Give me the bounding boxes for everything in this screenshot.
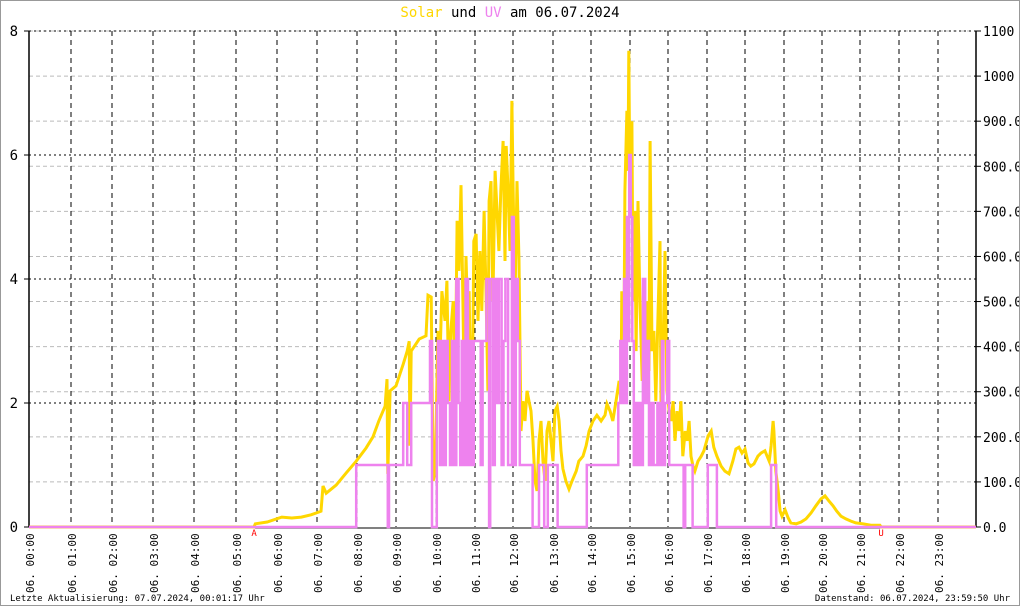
x-tick-label: 06. 02:00 [107,533,120,593]
x-tick-label: 06. 05:00 [231,533,244,593]
x-tick-label: 06. 23:00 [933,533,946,593]
x-tick-label: 06. 00:00 [24,533,37,593]
x-tick-label: 06. 04:00 [189,533,202,593]
right-tick-label: 1100 [983,25,1014,40]
x-tick-label: 06. 13:00 [548,533,561,593]
right-tick-label: 300.0 [983,386,1019,401]
x-tick-label: 06. 08:00 [352,533,365,593]
x-tick-label: 06. 03:00 [148,533,161,593]
right-tick-label: 600.0 [983,250,1019,265]
x-tick-label: 06. 16:00 [663,533,676,593]
right-tick-label: 700.0 [983,205,1019,220]
x-tick-label: 06. 09:00 [391,533,404,593]
x-tick-label: 06. 11:00 [470,533,483,593]
data-timestamp-text: Datenstand: 06.07.2024, 23:59:50 Uhr [814,594,1010,604]
annotation-a: A [251,529,257,539]
x-tick-label: 06. 17:00 [702,533,715,593]
chart-plot: 06. 00:00 06. 01:00 06. 02:00 06. 03:00 06. … [10,24,1019,593]
x-tick-label: 06. 21:00 [855,533,868,593]
right-tick-label: 500.0 [983,296,1019,311]
last-update-text: Letzte Aktualisierung: 07.07.2024, 00:01… [10,594,265,604]
chart-frame: Solar und UV am 06.07.2024 06. 00:00 06. … [0,0,1020,606]
x-tick-label: 06. 07:00 [312,533,325,593]
left-tick-label: 6 [10,148,18,164]
x-tick-label: 06. 14:00 [586,533,599,593]
x-tick-label: 06. 22:00 [894,533,907,593]
left-tick-label: 4 [10,272,18,288]
x-tick-label: 06. 10:00 [431,533,444,593]
left-tick-label: 0 [10,520,18,536]
left-tick-label: 8 [10,24,18,40]
right-tick-label: 0.0 [983,521,1006,536]
x-tick-label: 06. 15:00 [625,533,638,593]
right-tick-label: 200.0 [983,431,1019,446]
x-tick-label: 06. 01:00 [66,533,79,593]
x-tick-label: 06. 18:00 [740,533,753,593]
right-tick-label: 800.0 [983,160,1019,175]
x-tick-label: 06. 20:00 [817,533,830,593]
annotation-u: U [878,529,883,539]
right-tick-label: 900.0 [983,115,1019,130]
right-tick-label: 1000 [983,70,1014,85]
uv-series-line [29,153,976,529]
right-tick-label: 100.0 [983,476,1019,491]
x-tick-label: 06. 12:00 [508,533,521,593]
x-tick-label: 06. 19:00 [779,533,792,593]
left-tick-label: 2 [10,396,18,412]
x-tick-label: 06. 06:00 [272,533,285,593]
right-tick-label: 400.0 [983,341,1019,356]
